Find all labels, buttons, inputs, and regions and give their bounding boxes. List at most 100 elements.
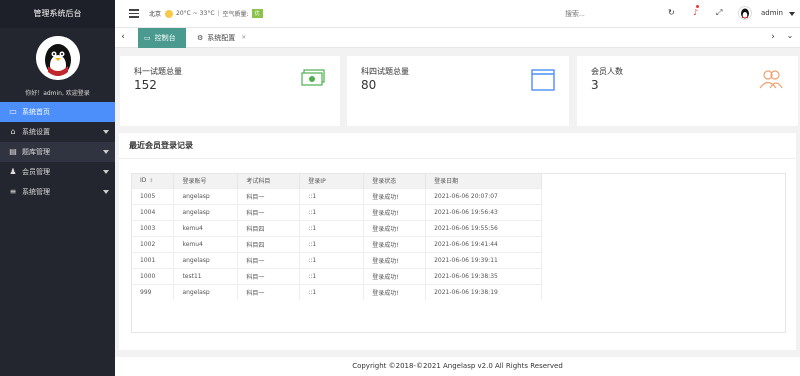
col-account: 登录账号 xyxy=(173,174,239,188)
book-icon: ▤ xyxy=(9,147,17,156)
table-row[interactable]: 1001 angelasp 科目一::1 登录成功! 2021-06-06 19:39:… xyxy=(132,251,542,268)
tab-bar: ‹ ▭ 控制台 ⚙ 系统配置 ✕ › ⌄ xyxy=(115,28,800,48)
sidebar-item-questions[interactable]: ▤ 题库管理 xyxy=(0,142,115,162)
users-icon xyxy=(758,69,784,91)
sidebar-item-system[interactable]: ≡ 系统管理 xyxy=(0,182,115,202)
table-cell: 2021-06-06 19:56:43 xyxy=(425,203,542,220)
table-cell: 科目一 xyxy=(237,187,301,204)
table-cell: 999 xyxy=(132,283,175,300)
table-cell: ::1 xyxy=(299,251,365,268)
table-cell: 2021-06-06 19:38:35 xyxy=(425,267,542,284)
table-cell: ::1 xyxy=(299,267,365,284)
monitor-icon: ▭ xyxy=(9,107,17,116)
records-table: ID ⇕ 登录账号 考试科目 登录IP 登录状态 登录日期 1005 angelas… xyxy=(132,174,542,300)
stat-card-kemu4: 科四试题总量 80 xyxy=(347,56,569,126)
chevron-down-icon[interactable]: ⌄ xyxy=(785,31,795,40)
table-row[interactable]: 1005 angelasp 科目一::1 登录成功! 2021-06-06 20:07:… xyxy=(132,187,542,204)
col-ip: 登录IP xyxy=(299,174,365,188)
search-input[interactable] xyxy=(565,8,645,20)
sidebar-item-settings[interactable]: ⌂ 系统设置 xyxy=(0,122,115,142)
col-subject: 考试科目 xyxy=(237,174,301,188)
table-cell: 登录成功! xyxy=(363,219,427,236)
card-value: 152 xyxy=(134,78,157,92)
table-cell: 1001 xyxy=(132,251,175,268)
table-row[interactable]: 1004 angelasp 科目一::1 登录成功! 2021-06-06 19:56:… xyxy=(132,203,542,220)
table-row[interactable]: 1000 test11 科目一::1 登录成功! 2021-06-06 19:38:35 xyxy=(132,267,542,284)
table-cell: 2021-06-06 19:39:11 xyxy=(425,251,542,268)
weather-temperature: 20°C ~ 33°C xyxy=(176,10,215,17)
sidebar-item-members[interactable]: ♟ 会员管理 xyxy=(0,162,115,182)
air-quality-label: 空气质量: xyxy=(222,11,249,18)
table-cell: kemu4 xyxy=(173,235,239,252)
sun-icon xyxy=(165,9,174,18)
table-row[interactable]: 1003 kemu4 科目四::1 登录成功! 2021-06-06 19:55:56 xyxy=(132,219,542,236)
monitor-icon: ▭ xyxy=(144,34,151,42)
menu-toggle-icon[interactable] xyxy=(129,7,139,20)
money-icon xyxy=(300,69,326,91)
chevron-down-icon[interactable] xyxy=(789,12,795,16)
card-label: 科一试题总量 xyxy=(134,67,182,76)
gear-icon: ⚙ xyxy=(197,34,204,42)
table-row[interactable]: 1002 kemu4 科目四::1 登录成功! 2021-06-06 19:41:44 xyxy=(132,235,542,252)
user-name[interactable]: admin xyxy=(761,9,783,17)
users-icon: ♟ xyxy=(9,167,17,176)
notification-dot xyxy=(696,5,699,8)
tab-console[interactable]: ▭ 控制台 xyxy=(138,28,186,48)
card-value: 3 xyxy=(591,78,599,92)
footer: Copyright ©2018-©2021 Angelasp v2.0 All … xyxy=(115,357,800,376)
tab-label: 系统配置 xyxy=(207,34,236,42)
table-cell: angelasp xyxy=(173,283,239,300)
avatar[interactable] xyxy=(35,36,80,80)
user-avatar[interactable] xyxy=(738,6,752,20)
table-cell: 2021-06-06 20:07:07 xyxy=(425,187,542,204)
sidebar-item-label: 题库管理 xyxy=(22,148,50,156)
chevron-right-icon[interactable]: › xyxy=(768,32,778,42)
tab-label: 控制台 xyxy=(154,34,176,42)
table-row[interactable]: 999 angelasp 科目一::1 登录成功! 2021-06-06 19:38:1… xyxy=(132,283,542,300)
sidebar-item-label: 系统设置 xyxy=(22,128,50,136)
panel-title: 最近会员登录记录 xyxy=(129,141,193,150)
chevron-down-icon xyxy=(103,170,109,174)
table-cell: ::1 xyxy=(299,187,365,204)
weather-city: 北京 xyxy=(149,11,162,18)
table-cell: 科目一 xyxy=(237,283,301,300)
stat-card-members: 会员人数 3 xyxy=(577,56,798,126)
fullscreen-icon[interactable]: ⤢ xyxy=(716,8,722,18)
table-cell: 1003 xyxy=(132,219,175,236)
table-cell: 1002 xyxy=(132,235,175,252)
sidebar-item-home[interactable]: ▭ 系统首页 xyxy=(0,102,115,122)
air-quality-badge: 优 xyxy=(251,9,263,18)
chevron-down-icon xyxy=(103,150,109,154)
sidebar-item-label: 会员管理 xyxy=(22,168,50,176)
card-label: 会员人数 xyxy=(591,67,623,76)
notification-icon[interactable]: ♪ xyxy=(693,8,698,17)
table-cell: 2021-06-06 19:38:19 xyxy=(425,283,542,300)
sidebar-item-label: 系统首页 xyxy=(22,108,50,116)
table-cell: 科目一 xyxy=(237,203,301,220)
sidebar-title: 管理系统后台 xyxy=(0,0,115,28)
table-cell: 登录成功! xyxy=(363,283,427,300)
table-cell: 登录成功! xyxy=(363,251,427,268)
table-cell: angelasp xyxy=(173,251,239,268)
table-cell: ::1 xyxy=(299,203,365,220)
table-cell: test11 xyxy=(173,267,239,284)
col-date: 登录日期 xyxy=(425,174,542,188)
table-cell: 科目一 xyxy=(237,251,301,268)
table-cell: 科目一 xyxy=(237,267,301,284)
tab-system-config[interactable]: ⚙ 系统配置 ✕ xyxy=(191,28,261,48)
refresh-icon[interactable]: ↻ xyxy=(668,8,675,17)
chevron-left-icon[interactable]: ‹ xyxy=(118,32,128,42)
top-header: 北京 20°C ~ 33°C | 空气质量: 优 ↻ ♪ ⤢ admin xyxy=(115,0,800,28)
list-icon: ≡ xyxy=(9,187,17,196)
records-table-box: ID ⇕ 登录账号 考试科目 登录IP 登录状态 登录日期 1005 angelas… xyxy=(131,173,786,333)
browser-window-icon xyxy=(531,69,555,93)
chevron-down-icon xyxy=(103,190,109,194)
sidebar: 管理系统后台 你好！admin, 欢迎登录 ▭ 系统首页 ⌂ 系统设置 ▤ 题库… xyxy=(0,0,115,376)
col-id[interactable]: ID ⇕ xyxy=(132,174,175,188)
table-cell: 登录成功! xyxy=(363,235,427,252)
sort-icon[interactable]: ⇕ xyxy=(149,178,153,184)
table-cell: ::1 xyxy=(299,219,365,236)
stat-card-kemu1: 科一试题总量 152 xyxy=(120,56,340,126)
close-icon[interactable]: ✕ xyxy=(241,28,246,48)
table-cell: 1004 xyxy=(132,203,175,220)
